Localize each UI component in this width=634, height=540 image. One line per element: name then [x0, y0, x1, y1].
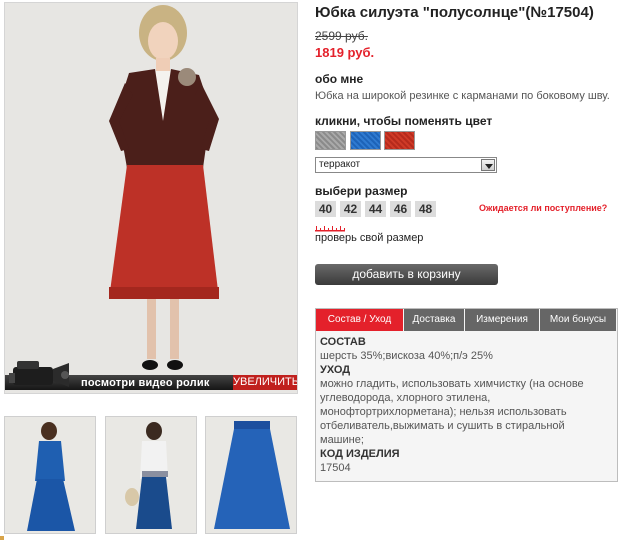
size-option-44[interactable]: 44 — [365, 201, 386, 217]
tab-bonuses[interactable]: Мои бонусы — [540, 309, 617, 331]
care-heading: УХОД — [320, 364, 351, 376]
size-option-42[interactable]: 42 — [340, 201, 361, 217]
about-text: Юбка на широкой резинке с карманами по б… — [315, 90, 610, 102]
composition-text: шерсть 35%;вискоза 40%;п/э 25% — [320, 350, 493, 362]
care-line: монофтортрихлорметана); нельзя использов… — [320, 406, 567, 418]
product-title: Юбка силуэта "полусолнце"(№17504) — [315, 4, 594, 21]
color-swatch-blue[interactable] — [350, 131, 381, 150]
check-size-link[interactable]: проверь свой размер — [315, 232, 423, 244]
size-option-40[interactable]: 40 — [315, 201, 336, 217]
video-bar: посмотри видео ролик УВЕЛИЧИТЬ — [5, 361, 297, 393]
availability-link[interactable]: Ожидается ли поступление? — [479, 203, 607, 213]
video-label[interactable]: посмотри видео ролик — [81, 377, 210, 389]
size-option-48[interactable]: 48 — [415, 201, 436, 217]
about-heading: обо мне — [315, 72, 364, 86]
color-swatch-red[interactable] — [384, 131, 415, 150]
thumbnail-figure — [214, 421, 290, 529]
size-option-46[interactable]: 46 — [390, 201, 411, 217]
thumbnail-1[interactable] — [4, 416, 96, 534]
enlarge-button[interactable]: УВЕЛИЧИТЬ — [233, 375, 297, 390]
code-value: 17504 — [320, 462, 351, 474]
color-select-value: терракот — [319, 159, 361, 170]
video-camera-icon[interactable] — [7, 357, 79, 391]
composition-heading: СОСТАВ — [320, 336, 366, 348]
care-line: машине; — [320, 434, 364, 446]
tab-content: СОСТАВ шерсть 35%;вискоза 40%;п/э 25% УХ… — [320, 335, 612, 475]
page-dot — [0, 536, 4, 540]
main-product-photo[interactable]: посмотри видео ролик УВЕЛИЧИТЬ — [4, 2, 298, 394]
info-panel: Состав / Уход Доставка Измерения Мои бон… — [315, 308, 618, 482]
new-price: 1819 руб. — [315, 45, 375, 60]
info-tabs: Состав / Уход Доставка Измерения Мои бон… — [316, 309, 617, 331]
old-price: 2599 руб. — [315, 29, 368, 43]
care-line: отбеливатель,выжимать и сушить в стираль… — [320, 420, 565, 432]
care-line: углеводорода, хлорного этилена, — [320, 392, 491, 404]
thumbnail-2[interactable] — [105, 416, 197, 534]
tab-composition-care[interactable]: Состав / Уход — [316, 309, 404, 331]
add-to-cart-button[interactable]: добавить в корзину — [315, 264, 498, 285]
tab-delivery[interactable]: Доставка — [404, 309, 465, 331]
chevron-down-icon[interactable] — [481, 159, 495, 171]
thumbnail-figure — [27, 422, 75, 531]
code-heading: КОД ИЗДЕЛИЯ — [320, 448, 400, 460]
color-heading: кликни, чтобы поменять цвет — [315, 114, 493, 128]
tab-measurements[interactable]: Измерения — [465, 309, 540, 331]
color-swatch-grey[interactable] — [315, 131, 346, 150]
thumbnail-3[interactable] — [205, 416, 297, 534]
model-figure — [109, 5, 219, 370]
color-select[interactable]: терракот — [315, 157, 497, 173]
care-line: можно гладить, использовать химчистку (н… — [320, 378, 584, 390]
size-heading: выбери размер — [315, 184, 408, 198]
thumbnail-figure — [125, 422, 172, 529]
